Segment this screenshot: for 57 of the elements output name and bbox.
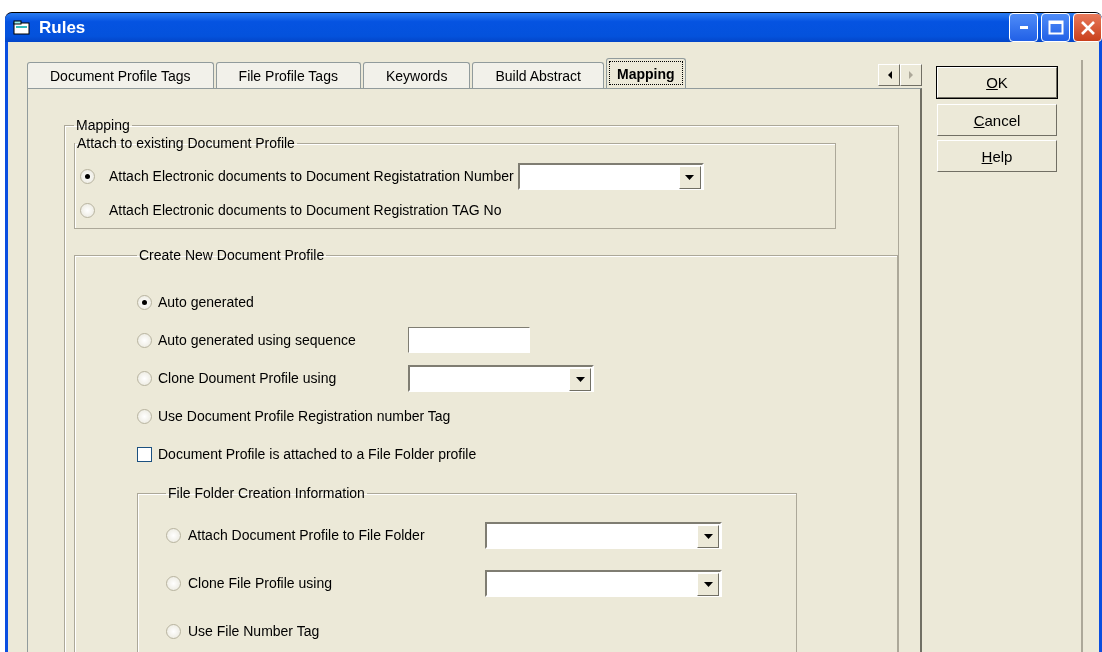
maximize-icon	[1047, 20, 1064, 35]
radio-button[interactable]	[80, 202, 95, 218]
dropdown-button[interactable]	[697, 572, 719, 596]
tab[interactable]: File Profile Tags	[215, 62, 361, 88]
option-label[interactable]: Attach Document Profile to File Folder	[188, 527, 485, 543]
option-label[interactable]: Document Profile is attached to a File Folder profile	[158, 446, 477, 462]
maximize-button[interactable]	[1041, 13, 1070, 42]
option-label[interactable]: Use File Number Tag	[188, 623, 320, 639]
group-label: Mapping	[75, 117, 131, 133]
radio-button[interactable]	[166, 527, 181, 543]
radio-button[interactable]	[166, 575, 181, 591]
scroll-right-button[interactable]	[900, 64, 922, 86]
tab[interactable]: Document Profile Tags	[27, 62, 214, 88]
option-label[interactable]: Clone File Profile using	[188, 575, 485, 591]
tab[interactable]: Build Abstract	[472, 62, 604, 88]
left-arrow-icon	[886, 71, 892, 79]
dialog-button[interactable]: Help	[937, 140, 1057, 172]
folder-icon	[13, 19, 31, 36]
option-label[interactable]: Use Document Profile Registration number Tag	[158, 408, 451, 424]
dropdown-field[interactable]	[408, 364, 594, 392]
radio-button[interactable]	[137, 294, 152, 310]
radio-button[interactable]	[80, 168, 95, 184]
close-icon	[1079, 19, 1096, 36]
caret-icon	[703, 581, 713, 587]
dialog-button[interactable]: Cancel	[937, 104, 1057, 136]
tab[interactable]: Keywords	[362, 62, 471, 88]
group-label: Create New Document Profile	[138, 247, 326, 263]
radio-button[interactable]	[137, 408, 152, 424]
radio-button[interactable]	[137, 332, 152, 348]
dialog-button[interactable]: OK	[937, 67, 1057, 98]
dropdown-button[interactable]	[569, 367, 591, 391]
caret-icon	[685, 174, 695, 180]
minimize-button[interactable]	[1009, 13, 1038, 42]
minimize-icon	[1019, 26, 1028, 29]
group-label: Attach to existing Document Profile	[76, 135, 296, 151]
option-label[interactable]: Attach Electronic documents to Document Registatration Number	[109, 168, 514, 184]
radio-button[interactable]	[166, 623, 181, 639]
scroll-left-button[interactable]	[878, 64, 900, 86]
option-label[interactable]: Clone Doument Profile using	[158, 370, 408, 386]
dropdown-button[interactable]	[678, 165, 701, 189]
dropdown-field[interactable]	[517, 162, 704, 190]
tab[interactable]: Mapping	[606, 58, 686, 88]
group-label: File Folder Creation Information	[167, 485, 366, 501]
dropdown-field[interactable]	[485, 521, 722, 549]
caret-icon	[703, 533, 713, 539]
dropdown-field[interactable]	[485, 569, 722, 597]
close-button[interactable]	[1073, 13, 1102, 42]
checkbox[interactable]	[137, 446, 152, 462]
right-arrow-icon	[908, 71, 914, 79]
radio-button[interactable]	[137, 370, 152, 386]
window-title: Rules	[39, 17, 87, 38]
dropdown-button[interactable]	[697, 524, 719, 548]
option-label[interactable]: Auto generated	[158, 294, 254, 310]
input-field[interactable]	[408, 327, 530, 353]
caret-icon	[575, 376, 585, 382]
option-label[interactable]: Auto generated using sequence	[158, 332, 408, 348]
option-label[interactable]: Attach Electronic documents to Document Registration TAG No	[109, 202, 502, 218]
